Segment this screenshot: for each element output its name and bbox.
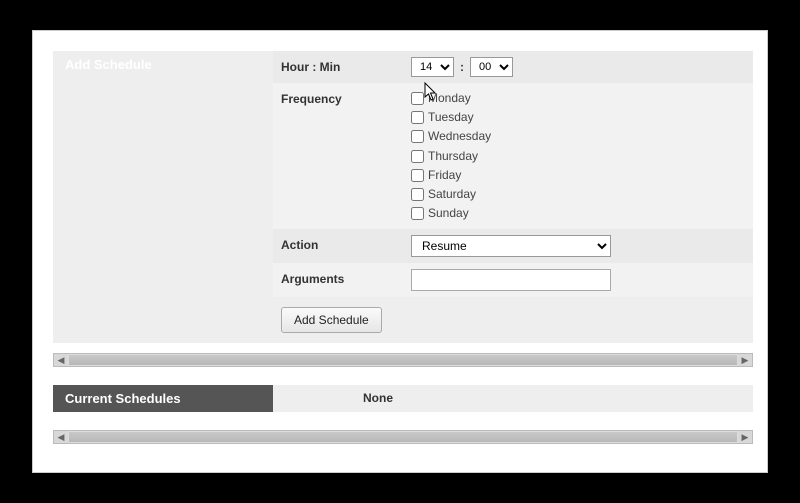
hscrollbar-2[interactable]: ◀ ▶: [53, 430, 753, 444]
day-sunday[interactable]: Sunday: [411, 204, 745, 223]
hour-select[interactable]: 14: [411, 57, 454, 77]
day-wednesday[interactable]: Wednesday: [411, 127, 745, 146]
scroll-track[interactable]: [69, 355, 737, 365]
checkbox-wednesday[interactable]: [411, 130, 424, 143]
checkbox-thursday[interactable]: [411, 150, 424, 163]
checkbox-tuesday[interactable]: [411, 111, 424, 124]
scroll-left-icon[interactable]: ◀: [54, 431, 68, 443]
current-schedules-section: Current Schedules None: [53, 385, 753, 412]
add-schedule-section: Add Schedule Hour : Min 14 : 00: [53, 51, 753, 343]
minute-select[interactable]: 00: [470, 57, 513, 77]
day-tuesday[interactable]: Tuesday: [411, 108, 745, 127]
checkbox-monday[interactable]: [411, 92, 424, 105]
day-thursday[interactable]: Thursday: [411, 147, 745, 166]
scroll-track[interactable]: [69, 432, 737, 442]
checkbox-sunday[interactable]: [411, 207, 424, 220]
add-schedule-button[interactable]: Add Schedule: [281, 307, 382, 333]
checkbox-friday[interactable]: [411, 169, 424, 182]
arguments-input[interactable]: [411, 269, 611, 291]
label-action: Action: [281, 235, 411, 252]
scroll-right-icon[interactable]: ▶: [738, 354, 752, 366]
hscrollbar-1[interactable]: ◀ ▶: [53, 353, 753, 367]
current-schedules-none: None: [273, 385, 753, 412]
row-frequency: Frequency Monday Tuesday Wednesday Thurs…: [273, 83, 753, 229]
day-friday[interactable]: Friday: [411, 166, 745, 185]
checkbox-saturday[interactable]: [411, 188, 424, 201]
row-hour-min: Hour : Min 14 : 00: [273, 51, 753, 83]
current-schedules-header: Current Schedules: [53, 385, 273, 412]
label-hour-min: Hour : Min: [281, 57, 411, 74]
scroll-left-icon[interactable]: ◀: [54, 354, 68, 366]
day-monday[interactable]: Monday: [411, 89, 745, 108]
settings-panel: Add Schedule Hour : Min 14 : 00: [32, 30, 768, 473]
day-saturday[interactable]: Saturday: [411, 185, 745, 204]
scroll-right-icon[interactable]: ▶: [738, 431, 752, 443]
time-colon: :: [454, 60, 470, 74]
row-action: Action Resume: [273, 229, 753, 263]
label-frequency: Frequency: [281, 89, 411, 106]
label-arguments: Arguments: [281, 269, 411, 286]
row-arguments: Arguments: [273, 263, 753, 297]
action-select[interactable]: Resume: [411, 235, 611, 257]
